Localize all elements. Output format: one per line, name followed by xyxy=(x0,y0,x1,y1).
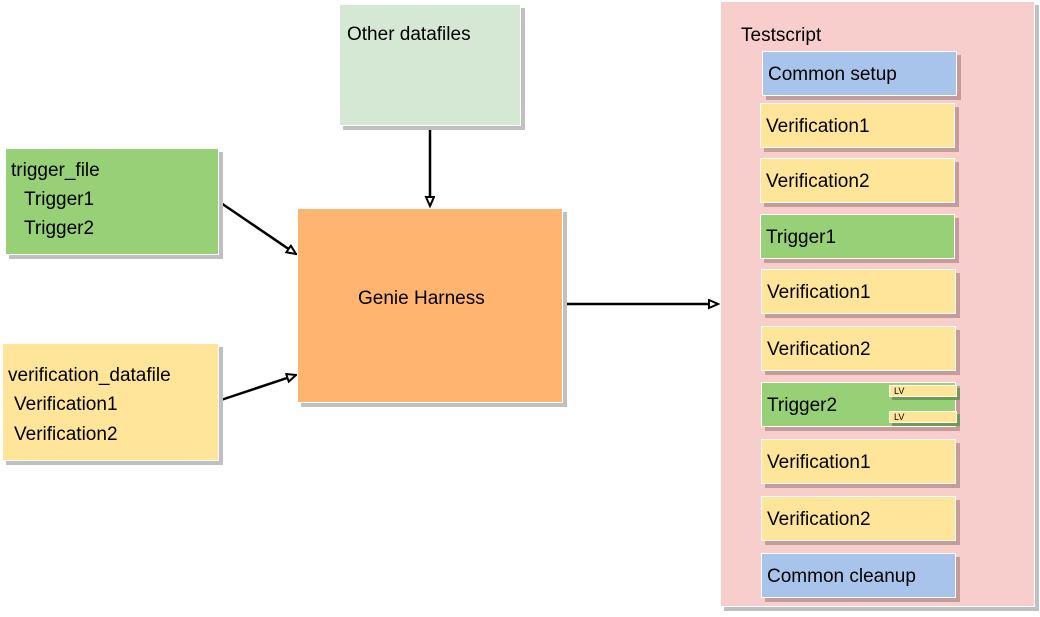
section-label: Common cleanup xyxy=(767,566,916,587)
section-label: Verification1 xyxy=(767,452,871,473)
testscript-title: Testscript xyxy=(741,25,822,46)
section-verification[interactable]: Verification1 xyxy=(760,103,955,148)
section-verification[interactable]: Verification2 xyxy=(760,158,955,203)
section-label: Verification2 xyxy=(767,339,871,360)
other-datafiles-title: Other datafiles xyxy=(347,24,471,45)
trigger-file-title: trigger_file xyxy=(11,160,100,181)
local-verification[interactable]: LV xyxy=(889,385,957,397)
verification-datafile-box[interactable]: verification_datafile Verification1 Veri… xyxy=(2,343,219,461)
local-verification-label: LV xyxy=(894,412,905,422)
section-label: Trigger1 xyxy=(766,227,837,248)
section-common-cleanup[interactable]: Common cleanup xyxy=(761,553,956,598)
section-verification[interactable]: Verification2 xyxy=(761,496,956,541)
genie-harness-box[interactable]: Genie Harness xyxy=(297,208,563,403)
section-label: Trigger2 xyxy=(767,395,838,416)
arrow-verification-to-harness xyxy=(220,375,296,402)
section-verification[interactable]: Verification1 xyxy=(761,439,956,484)
section-label: Common setup xyxy=(768,64,897,85)
genie-harness-title: Genie Harness xyxy=(358,288,485,309)
section-trigger[interactable]: Trigger2 LV LV xyxy=(761,382,957,427)
section-label: Verification1 xyxy=(766,116,870,137)
verification-datafile-title: verification_datafile xyxy=(8,365,171,386)
section-label: Verification1 xyxy=(767,282,871,303)
section-verification[interactable]: Verification2 xyxy=(761,326,956,371)
section-label: Verification2 xyxy=(767,509,871,530)
trigger-file-item: Trigger2 xyxy=(24,218,95,239)
section-trigger[interactable]: Trigger1 xyxy=(760,214,955,259)
section-common-setup[interactable]: Common setup xyxy=(762,51,957,96)
verification-datafile-item: Verification1 xyxy=(14,394,118,415)
verification-datafile-item: Verification2 xyxy=(14,424,118,445)
trigger-file-box[interactable]: trigger_file Trigger1 Trigger2 xyxy=(5,148,219,255)
section-verification[interactable]: Verification1 xyxy=(761,269,956,314)
other-datafiles-box[interactable]: Other datafiles xyxy=(339,4,521,126)
arrow-trigger-to-harness xyxy=(220,201,296,254)
local-verification[interactable]: LV xyxy=(889,411,957,423)
trigger-file-item: Trigger1 xyxy=(24,189,95,210)
section-label: Verification2 xyxy=(766,171,870,192)
local-verification-label: LV xyxy=(894,386,905,396)
